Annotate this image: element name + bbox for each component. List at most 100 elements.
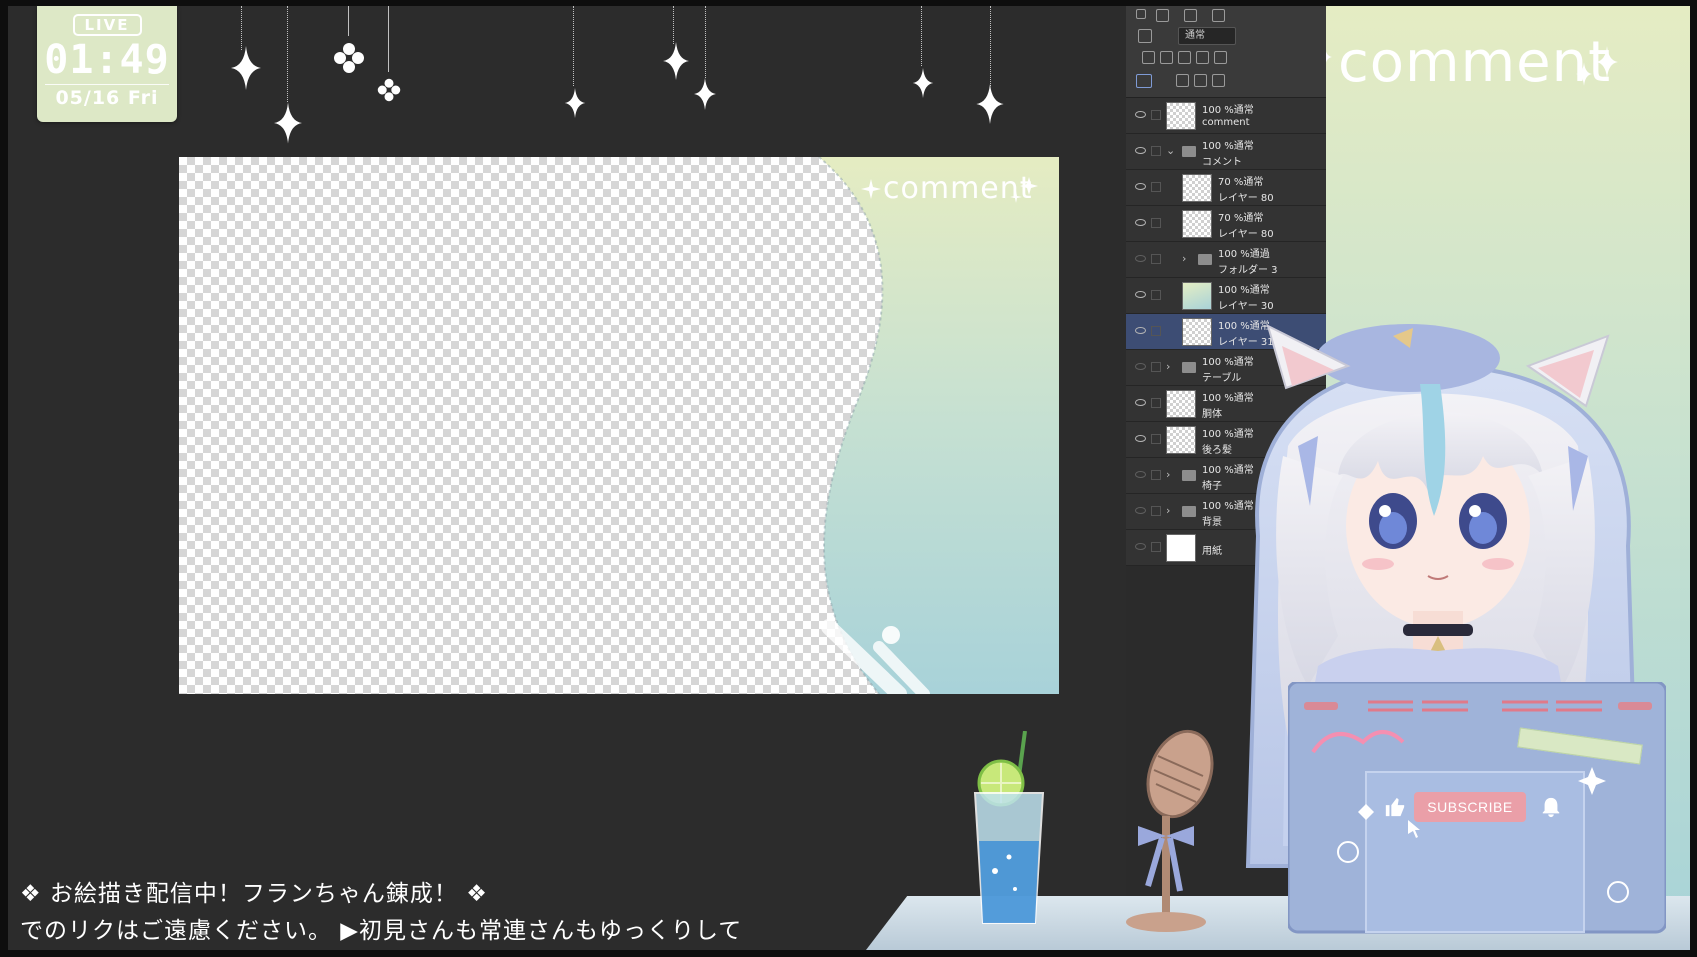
eye-icon[interactable]: [1135, 291, 1146, 298]
sparkle-icon: [231, 46, 261, 90]
flower-icon: [334, 43, 364, 73]
live-badge: LIVE: [72, 14, 142, 36]
eye-icon[interactable]: [1135, 219, 1146, 226]
tab-icon[interactable]: [1212, 9, 1225, 22]
layer-opacity-mode: 70 %通常: [1218, 177, 1264, 188]
folder-toggle-icon[interactable]: ›: [1166, 504, 1170, 517]
layer-lock-icon[interactable]: [1151, 254, 1161, 264]
subscribe-button: SUBSCRIBE: [1414, 792, 1526, 822]
layer-row[interactable]: › 100 %通過 フォルダー 3: [1126, 242, 1326, 278]
ticker-line-2: でのリクはご遠慮ください。 ▶初見さんも常連さんもゆっくりして: [20, 918, 743, 944]
eye-icon[interactable]: [1135, 255, 1146, 262]
ticker-line-1: ❖ お絵描き配信中！フランちゃん錬成！ ❖: [20, 881, 488, 907]
new-folder-icon[interactable]: [1212, 74, 1225, 87]
hanging-string: [990, 6, 991, 86]
eye-icon[interactable]: [1135, 471, 1146, 478]
hanging-string: [705, 6, 706, 78]
eye-icon[interactable]: [1135, 363, 1146, 370]
eye-icon[interactable]: [1135, 183, 1146, 190]
reference-icon[interactable]: [1160, 51, 1173, 64]
hanging-string: [348, 6, 349, 36]
hanging-string: [388, 6, 389, 72]
layer-lock-icon[interactable]: [1151, 146, 1161, 156]
new-layer-icon[interactable]: [1176, 74, 1189, 87]
layer-row[interactable]: ⌄ 100 %通常 コメント: [1126, 134, 1326, 170]
hanging-string: [573, 6, 574, 86]
sparkle-icon: [694, 78, 716, 110]
bell-icon: [1542, 797, 1560, 818]
layer-lock-icon[interactable]: [1151, 110, 1161, 120]
layer-thumbnail: [1166, 390, 1196, 418]
sparkle-icon: [1596, 46, 1618, 78]
layer-name: レイヤー 80: [1218, 193, 1274, 204]
layer-opacity-mode: 70 %通常: [1218, 213, 1264, 224]
eye-icon[interactable]: [1135, 327, 1146, 334]
layer-name: レイヤー 80: [1218, 229, 1274, 240]
clock-divider: [45, 84, 169, 85]
comment-panel-shape: [818, 157, 1059, 694]
folder-toggle-icon[interactable]: ›: [1182, 252, 1186, 265]
folder-icon: [1182, 506, 1196, 517]
laptop: SUBSCRIBE: [1288, 682, 1666, 938]
hanging-string: [287, 6, 288, 102]
eye-icon[interactable]: [1135, 507, 1146, 514]
eye-icon[interactable]: [1135, 435, 1146, 442]
layer-opacity-mode: 100 %通常: [1218, 285, 1270, 296]
layer-view-icon[interactable]: [1136, 74, 1152, 88]
folder-icon: [1182, 146, 1196, 157]
layer-lock-icon[interactable]: [1151, 182, 1161, 192]
hanging-string: [241, 6, 242, 50]
lock-alpha-icon[interactable]: [1214, 51, 1227, 64]
layer-thumbnail: [1166, 102, 1196, 130]
tab-icon[interactable]: [1184, 9, 1197, 22]
layer-thumbnail: [1166, 534, 1196, 562]
sparkle-icon: [976, 84, 1004, 124]
eye-icon[interactable]: [1135, 147, 1146, 154]
layer-row[interactable]: 70 %通常 レイヤー 80: [1126, 206, 1326, 242]
layer-color-icon[interactable]: [1138, 29, 1152, 43]
layer-opacity-mode: 100 %通過: [1218, 249, 1270, 260]
layer-name: comment: [1202, 117, 1250, 128]
folder-toggle-icon[interactable]: ›: [1166, 360, 1170, 373]
layer-thumbnail: [1166, 426, 1196, 454]
menu-icon[interactable]: [1136, 9, 1146, 19]
microphone-icon: [1126, 729, 1214, 932]
sparkle-icon: [912, 68, 934, 98]
clip-icon[interactable]: [1142, 51, 1155, 64]
layer-lock-icon[interactable]: [1151, 542, 1161, 552]
cursor-icon: [1408, 820, 1420, 838]
drawing-canvas[interactable]: comment: [179, 157, 1059, 694]
layer-lock-icon[interactable]: [1151, 434, 1161, 444]
layers-toolbar: 通常: [1126, 6, 1326, 98]
layer-name: フォルダー 3: [1218, 265, 1278, 276]
sparkle-icon: [1576, 62, 1592, 86]
layer-lock-icon[interactable]: [1151, 398, 1161, 408]
soda-glass-icon: [973, 731, 1045, 924]
blend-mode-select[interactable]: 通常: [1178, 27, 1236, 45]
layer-lock-icon[interactable]: [1151, 326, 1161, 336]
layer-lock-icon[interactable]: [1151, 470, 1161, 480]
layer-lock-icon[interactable]: [1151, 362, 1161, 372]
layer-tab-icon[interactable]: [1156, 9, 1169, 22]
layer-lock-icon[interactable]: [1151, 218, 1161, 228]
layer-lock-icon[interactable]: [1151, 506, 1161, 516]
comment-area-title: comment: [1338, 30, 1612, 95]
eye-icon[interactable]: [1135, 399, 1146, 406]
live-time: 01:49: [44, 37, 170, 83]
eye-icon[interactable]: [1135, 111, 1146, 118]
eye-icon[interactable]: [1135, 543, 1146, 550]
new-vector-icon[interactable]: [1194, 74, 1207, 87]
live-date: 05/16 Fri: [55, 87, 159, 109]
folder-toggle-icon[interactable]: ›: [1166, 468, 1170, 481]
folder-toggle-icon[interactable]: ⌄: [1166, 144, 1175, 157]
lock-icon[interactable]: [1196, 51, 1209, 64]
layer-lock-icon[interactable]: [1151, 290, 1161, 300]
layer-thumbnail: [1182, 174, 1212, 202]
layer-opacity-mode: 100 %通常: [1202, 141, 1254, 152]
layer-row[interactable]: 100 %通常 comment: [1126, 98, 1326, 134]
layer-row[interactable]: 70 %通常 レイヤー 80: [1126, 170, 1326, 206]
stream-overlay: LIVE 01:49 05/16 Fri comment comment 通常 …: [8, 6, 1690, 950]
thumbs-up-icon: [1385, 797, 1405, 817]
draft-icon[interactable]: [1178, 51, 1191, 64]
hanging-string: [921, 6, 922, 66]
